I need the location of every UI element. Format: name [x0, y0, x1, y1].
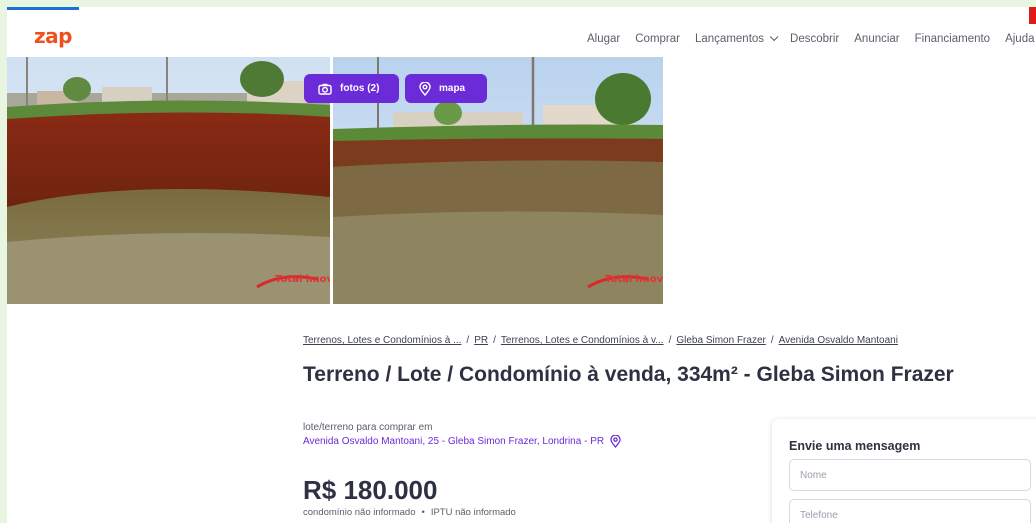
breadcrumb-separator: /	[770, 335, 774, 346]
nav-descobrir[interactable]: Descobrir	[790, 33, 839, 45]
camera-icon	[318, 83, 332, 95]
breadcrumb-separator: /	[493, 335, 496, 346]
listing-title: Terreno / Lote / Condomínio à venda, 334…	[303, 363, 954, 386]
breadcrumb-separator: /	[668, 335, 672, 346]
location-pin-icon	[610, 435, 621, 448]
nav-lancamentos[interactable]: Lançamentos	[694, 32, 779, 45]
property-photo-1-image: Total imoveis	[7, 57, 330, 304]
photo-gallery: Total imoveis Total	[7, 57, 663, 304]
breadcrumb: Terrenos, Lotes e Condomínios à ... / PR / T…	[303, 335, 898, 346]
listing-price: R$ 180.000	[303, 475, 438, 505]
phone-input[interactable]	[789, 499, 1031, 523]
contact-form-heading: Envie uma mensagem	[789, 439, 921, 453]
nav-comprar[interactable]: Comprar	[635, 33, 680, 45]
photos-button-label: fotos (2)	[340, 83, 380, 94]
nav-lancamentos-label: Lançamentos	[694, 33, 765, 45]
nav-ajuda[interactable]: Ajuda	[1005, 33, 1034, 45]
contact-form-card: Envie uma mensagem	[772, 419, 1036, 523]
bullet-separator: •	[421, 507, 425, 518]
map-button-label: mapa	[439, 83, 466, 94]
breadcrumb-item-city-category[interactable]: Terrenos, Lotes e Condomínios à v...	[501, 335, 664, 346]
header: zap Alugar Comprar Lançamentos Descobrir…	[7, 7, 1036, 57]
chevron-down-icon	[769, 32, 779, 42]
zap-logo[interactable]: zap	[34, 24, 72, 48]
breadcrumb-item-category[interactable]: Terrenos, Lotes e Condomínios à ...	[303, 335, 461, 346]
property-photo-1[interactable]: Total imoveis	[7, 57, 330, 304]
name-input[interactable]	[789, 459, 1031, 491]
watermark-logo: Total imoveis	[605, 274, 663, 285]
breadcrumb-separator: /	[466, 335, 470, 346]
listing-address-text: Avenida Osvaldo Mantoani, 25 - Gleba Sim…	[303, 436, 605, 447]
photos-button[interactable]: fotos (2)	[304, 74, 399, 103]
watermark-logo: Total imoveis	[275, 274, 330, 285]
iptu-fee: IPTU não informado	[430, 507, 516, 518]
breadcrumb-item-state[interactable]: PR	[474, 335, 488, 346]
breadcrumb-item-street[interactable]: Avenida Osvaldo Mantoani	[779, 335, 898, 346]
condo-fee: condomínio não informado	[303, 507, 416, 518]
listing-address[interactable]: Avenida Osvaldo Mantoani, 25 - Gleba Sim…	[303, 435, 621, 448]
nav-anunciar[interactable]: Anunciar	[854, 33, 899, 45]
map-button[interactable]: mapa	[405, 74, 487, 103]
nav-financiamento[interactable]: Financiamento	[915, 33, 990, 45]
breadcrumb-item-neighborhood[interactable]: Gleba Simon Frazer	[676, 335, 765, 346]
location-pin-icon	[419, 81, 431, 96]
listing-subtitle: lote/terreno para comprar em	[303, 422, 433, 433]
main-nav: Alugar Comprar Lançamentos Descobrir Anu…	[587, 32, 1035, 45]
nav-alugar[interactable]: Alugar	[587, 33, 620, 45]
page: zap Alugar Comprar Lançamentos Descobrir…	[7, 7, 1036, 523]
listing-fees: condomínio não informado • IPTU não inform…	[303, 507, 516, 518]
